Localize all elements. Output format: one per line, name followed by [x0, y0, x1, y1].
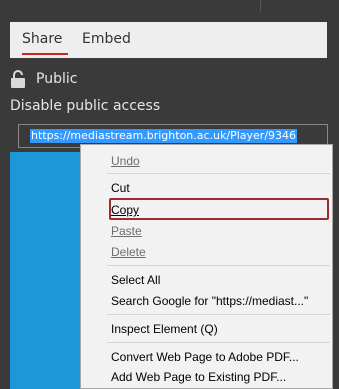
menu-paste[interactable]: Paste	[111, 224, 142, 238]
menu-convert-pdf[interactable]: Convert Web Page to Adobe PDF...	[111, 350, 299, 364]
tab-embed[interactable]: Embed	[82, 31, 131, 47]
menu-inspect-element[interactable]: Inspect Element (Q)	[111, 322, 218, 336]
menu-copy[interactable]: Copy	[111, 203, 139, 217]
disable-public-access-link[interactable]: Disable public access	[10, 98, 160, 114]
menu-add-pdf[interactable]: Add Web Page to Existing PDF...	[111, 370, 286, 384]
tab-bar: Share Embed	[10, 22, 327, 58]
menu-separator	[107, 342, 330, 343]
menu-separator	[107, 314, 330, 315]
copy-highlight-box	[109, 198, 329, 220]
menu-separator	[107, 265, 330, 266]
menu-undo[interactable]: Undo	[111, 154, 140, 168]
menu-delete-label: Delete	[111, 245, 146, 259]
context-menu: Undo Cut Copy Paste Delete Select All Se…	[80, 144, 333, 389]
menu-copy-label: Copy	[111, 203, 140, 217]
menu-cut[interactable]: Cut	[111, 181, 130, 195]
top-divider	[260, 0, 261, 12]
menu-gutter	[81, 145, 105, 388]
tab-share[interactable]: Share	[22, 31, 62, 47]
menu-delete[interactable]: Delete	[111, 245, 146, 259]
top-strip	[0, 0, 330, 12]
menu-search-google[interactable]: Search Google for "https://mediast..."	[111, 294, 308, 308]
tab-share-underline	[22, 53, 68, 55]
access-status-label: Public	[36, 71, 78, 87]
menu-select-all[interactable]: Select All	[111, 273, 160, 287]
menu-paste-label: Paste	[111, 224, 142, 238]
share-url-selected-text: https://mediastream.brighton.ac.uk/Playe…	[30, 129, 298, 143]
video-area	[10, 152, 84, 389]
menu-separator	[107, 173, 330, 174]
menu-undo-label: Undo	[111, 154, 140, 168]
lock-open-icon	[11, 70, 25, 88]
